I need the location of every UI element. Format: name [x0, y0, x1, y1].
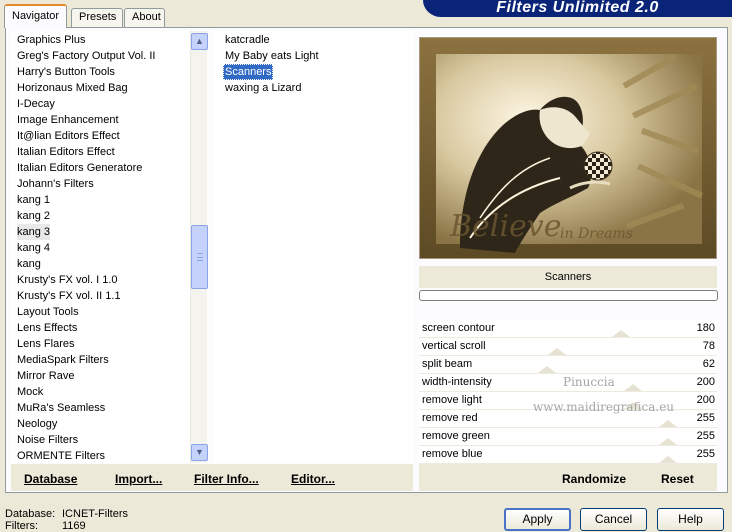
selected-filter-name: Scanners — [419, 266, 717, 288]
grip-icon — [197, 253, 203, 261]
filter-item[interactable]: waxing a Lizard — [223, 80, 303, 96]
category-item[interactable]: Lens Effects — [17, 320, 77, 336]
category-item[interactable]: kang 4 — [17, 240, 50, 256]
param-row[interactable]: split beam 62 — [419, 356, 717, 374]
category-item[interactable]: kang 2 — [17, 208, 50, 224]
preview-image: Believe in Dreams — [419, 37, 717, 259]
param-row[interactable]: remove blue 255 — [419, 446, 717, 464]
progress-bar — [419, 290, 718, 301]
category-scrollbar[interactable]: ▲ ▼ — [190, 31, 208, 463]
chevron-up-icon[interactable]: ▲ — [191, 33, 208, 50]
category-item[interactable]: Krusty's FX vol. I 1.0 — [17, 272, 118, 288]
chevron-down-icon[interactable]: ▼ — [191, 444, 208, 461]
preview-text-dreams: in Dreams — [560, 226, 633, 242]
category-item[interactable]: Mock — [17, 384, 43, 400]
status-filters: Filters: 1169 — [5, 520, 86, 532]
status-database: Database: ICNET-Filters — [5, 508, 128, 520]
category-item[interactable]: Lens Flares — [17, 336, 74, 352]
category-item[interactable]: ORMENTE Filters — [17, 448, 105, 463]
param-name: remove light — [422, 394, 482, 406]
preview-text-believe: Believe — [449, 209, 561, 244]
param-name: split beam — [422, 358, 473, 370]
watermark-name: Pinuccia — [563, 375, 615, 389]
reset-button[interactable]: Reset — [661, 472, 694, 486]
category-item[interactable]: Greg's Factory Output Vol. II — [17, 48, 155, 64]
scroll-thumb[interactable] — [191, 225, 208, 289]
tab-navigator[interactable]: Navigator — [4, 4, 67, 28]
category-item[interactable]: Horizonaus Mixed Bag — [17, 80, 128, 96]
category-item[interactable]: Krusty's FX vol. II 1.1 — [17, 288, 121, 304]
param-row[interactable]: remove green 255 — [419, 428, 717, 446]
help-button[interactable]: Help — [657, 508, 724, 531]
category-item[interactable]: It@lian Editors Effect — [17, 128, 120, 144]
filter-item[interactable]: My Baby eats Light — [223, 48, 321, 64]
status-filters-value: 1169 — [62, 520, 86, 532]
tab-presets[interactable]: Presets — [71, 8, 123, 27]
category-item[interactable]: kang 3 — [17, 224, 51, 240]
filter-item[interactable]: katcradle — [223, 32, 272, 48]
randomize-button[interactable]: Randomize — [562, 472, 626, 486]
status-database-value: ICNET-Filters — [62, 508, 128, 520]
param-name: remove blue — [422, 448, 483, 460]
param-name: vertical scroll — [422, 340, 486, 352]
database-button[interactable]: Database — [24, 472, 77, 486]
tab-about[interactable]: About — [124, 8, 165, 27]
category-item[interactable]: Graphics Plus — [17, 32, 85, 48]
cancel-button[interactable]: Cancel — [580, 508, 647, 531]
category-list[interactable]: Graphics Plus Greg's Factory Output Vol. … — [11, 31, 207, 463]
slider-thumb-icon[interactable] — [624, 384, 642, 391]
slider-thumb-icon[interactable] — [538, 366, 556, 373]
category-item[interactable]: MuRa's Seamless — [17, 400, 105, 416]
left-button-bar: Database Import... Filter Info... Editor… — [11, 464, 413, 491]
filter-item[interactable]: Scanners — [223, 64, 274, 80]
slider-thumb-icon[interactable] — [659, 438, 677, 445]
param-value: 255 — [696, 448, 715, 460]
filter-info-button[interactable]: Filter Info... — [194, 472, 259, 486]
slider-thumb-icon[interactable] — [548, 348, 566, 355]
param-name: width-intensity — [422, 376, 492, 388]
param-name: remove red — [422, 412, 478, 424]
category-item[interactable]: Neology — [17, 416, 57, 432]
app-banner: Filters Unlimited 2.0 — [423, 0, 732, 17]
param-value: 255 — [696, 412, 715, 424]
category-item[interactable]: Italian Editors Effect — [17, 144, 115, 160]
slider-thumb-icon[interactable] — [659, 420, 677, 427]
import-button[interactable]: Import... — [115, 472, 162, 486]
parameter-sliders: screen contour 180 vertical scroll 78 split … — [419, 320, 717, 464]
param-value: 200 — [696, 394, 715, 406]
param-value: 255 — [696, 430, 715, 442]
status-filters-label: Filters: — [5, 520, 38, 532]
right-button-bar: Randomize Reset — [419, 464, 717, 491]
category-item[interactable]: Mirror Rave — [17, 368, 74, 384]
slider-thumb-icon[interactable] — [659, 456, 677, 463]
param-row[interactable]: screen contour 180 — [419, 320, 717, 338]
category-item[interactable]: Noise Filters — [17, 432, 78, 448]
param-name: remove green — [422, 430, 490, 442]
editor-button[interactable]: Editor... — [291, 472, 335, 486]
apply-button[interactable]: Apply — [504, 508, 571, 531]
category-item[interactable]: kang — [17, 256, 41, 272]
param-value: 180 — [696, 322, 715, 334]
param-name: screen contour — [422, 322, 495, 334]
category-item[interactable]: Italian Editors Generatore — [17, 160, 142, 176]
category-item[interactable]: MediaSpark Filters — [17, 352, 109, 368]
param-row[interactable]: vertical scroll 78 — [419, 338, 717, 356]
param-value: 62 — [702, 358, 715, 370]
watermark-url: www.maidiregrafica.eu — [533, 400, 675, 414]
preview-artwork: Believe in Dreams — [420, 38, 716, 258]
category-item[interactable]: kang 1 — [17, 192, 50, 208]
category-item[interactable]: Layout Tools — [17, 304, 79, 320]
category-item[interactable]: Johann's Filters — [17, 176, 94, 192]
param-value: 200 — [696, 376, 715, 388]
category-item[interactable]: Image Enhancement — [17, 112, 119, 128]
status-database-label: Database: — [5, 508, 56, 520]
category-item[interactable]: I-Decay — [17, 96, 55, 112]
filter-list[interactable]: katcradle My Baby eats Light Scanners waxin… — [213, 31, 413, 463]
param-value: 78 — [702, 340, 715, 352]
slider-thumb-icon[interactable] — [612, 330, 630, 337]
category-item[interactable]: Harry's Button Tools — [17, 64, 115, 80]
